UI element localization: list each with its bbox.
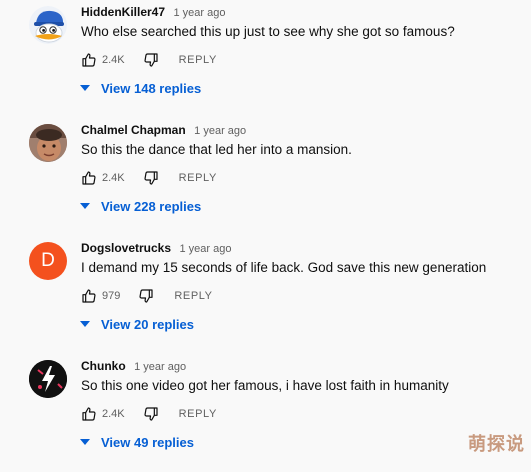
- like-button[interactable]: [81, 406, 97, 422]
- view-replies-button[interactable]: View 49 replies: [80, 432, 194, 452]
- comment-actions: 979 REPLY: [81, 286, 213, 306]
- like-button[interactable]: [81, 52, 97, 68]
- comment-text: So this the dance that led her into a ma…: [81, 142, 352, 157]
- user-avatar[interactable]: [29, 6, 67, 44]
- dislike-button[interactable]: [138, 288, 154, 304]
- thumbs-up-icon: [82, 289, 96, 303]
- like-count: 979: [102, 290, 121, 302]
- thumbs-down-icon: [144, 171, 158, 185]
- user-avatar[interactable]: D: [29, 242, 67, 280]
- view-replies-button[interactable]: View 20 replies: [80, 314, 194, 334]
- like-count: 2.4K: [102, 54, 125, 66]
- like-count: 2.4K: [102, 408, 125, 420]
- like-button[interactable]: [81, 288, 97, 304]
- view-replies-button[interactable]: View 228 replies: [80, 196, 201, 216]
- comment-actions: 2.4K REPLY: [81, 50, 217, 70]
- comment-text: So this one video got her famous, i have…: [81, 378, 449, 393]
- author-name[interactable]: Chalmel Chapman: [81, 123, 186, 137]
- reply-button[interactable]: REPLY: [174, 290, 212, 302]
- thumbs-down-icon: [139, 289, 153, 303]
- comment-actions: 2.4K REPLY: [81, 168, 217, 188]
- child-face-avatar-icon: [29, 124, 67, 162]
- comment-item: D Dogslovetrucks 1 year ago I demand my …: [0, 236, 531, 354]
- comment-header: Chalmel Chapman 1 year ago: [81, 121, 246, 139]
- avatar-letter: D: [41, 250, 55, 271]
- comment-time[interactable]: 1 year ago: [179, 243, 231, 255]
- reply-button[interactable]: REPLY: [179, 172, 217, 184]
- thumbs-up-icon: [82, 53, 96, 67]
- view-replies-label: View 228 replies: [101, 198, 202, 214]
- reply-button[interactable]: REPLY: [179, 54, 217, 66]
- user-avatar[interactable]: [29, 124, 67, 162]
- view-replies-label: View 148 replies: [101, 80, 202, 96]
- comment-actions: 2.4K REPLY: [81, 404, 217, 424]
- author-name[interactable]: Dogslovetrucks: [81, 241, 171, 255]
- dislike-button[interactable]: [143, 170, 159, 186]
- caret-down-icon: [80, 439, 90, 445]
- comment-time[interactable]: 1 year ago: [134, 361, 186, 373]
- comment-header: Dogslovetrucks 1 year ago: [81, 239, 231, 257]
- dislike-button[interactable]: [143, 52, 159, 68]
- caret-down-icon: [80, 203, 90, 209]
- reply-button[interactable]: REPLY: [179, 408, 217, 420]
- view-replies-label: View 49 replies: [101, 434, 194, 450]
- dark-logo-avatar-icon: [29, 360, 67, 398]
- thumbs-up-icon: [82, 171, 96, 185]
- comment-time[interactable]: 1 year ago: [194, 125, 246, 137]
- dislike-button[interactable]: [143, 406, 159, 422]
- comment-item: Chalmel Chapman 1 year ago So this the d…: [0, 118, 531, 236]
- author-name[interactable]: Chunko: [81, 359, 126, 373]
- thumbs-up-icon: [82, 407, 96, 421]
- caret-down-icon: [80, 321, 90, 327]
- comment-text: Who else searched this up just to see wh…: [81, 24, 455, 39]
- comment-item: Chunko 1 year ago So this one video got …: [0, 354, 531, 472]
- like-count: 2.4K: [102, 172, 125, 184]
- view-replies-button[interactable]: View 148 replies: [80, 78, 201, 98]
- caret-down-icon: [80, 85, 90, 91]
- thumbs-down-icon: [144, 53, 158, 67]
- comment-header: Chunko 1 year ago: [81, 357, 186, 375]
- user-avatar[interactable]: [29, 360, 67, 398]
- comment-text: I demand my 15 seconds of life back. God…: [81, 260, 487, 275]
- author-name[interactable]: HiddenKiller47: [81, 5, 165, 19]
- thumbs-down-icon: [144, 407, 158, 421]
- watermark: 萌探说: [468, 434, 525, 455]
- cartoon-duck-avatar-icon: [29, 6, 67, 44]
- comment-time[interactable]: 1 year ago: [173, 7, 225, 19]
- like-button[interactable]: [81, 170, 97, 186]
- comment-header: HiddenKiller47 1 year ago: [81, 3, 225, 21]
- comment-item: HiddenKiller47 1 year ago Who else searc…: [0, 0, 531, 118]
- view-replies-label: View 20 replies: [101, 316, 194, 332]
